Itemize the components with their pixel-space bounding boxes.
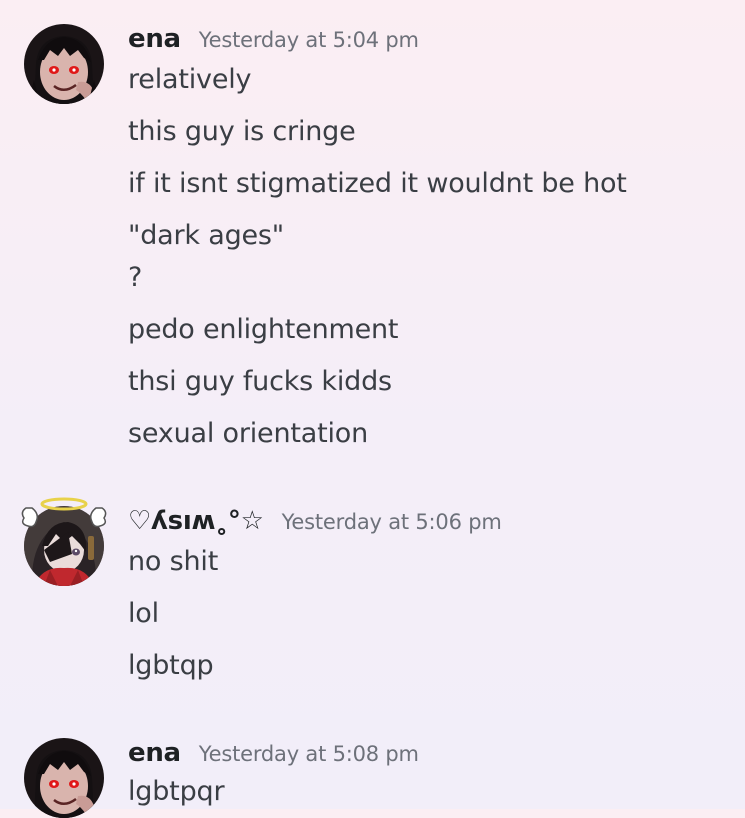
- avatar-ena-icon[interactable]: [24, 738, 104, 818]
- username[interactable]: ena: [128, 738, 181, 768]
- message-text: lgbtpqr: [128, 776, 225, 807]
- message-text: this guy is cringe: [128, 116, 356, 147]
- message-text: ?: [128, 262, 143, 293]
- message-text: if it isnt stigmatized it wouldnt be hot: [128, 168, 627, 199]
- avatar-ena-icon[interactable]: [24, 24, 104, 104]
- message-text: lgbtqp: [128, 650, 214, 681]
- timestamp: Yesterday at 5:04 pm: [198, 28, 419, 52]
- timestamp: Yesterday at 5:06 pm: [281, 510, 502, 534]
- chat-message-list: ena Yesterday at 5:04 pm relatively this…: [0, 0, 745, 818]
- message-text: lol: [128, 598, 159, 629]
- message-text: relatively: [128, 64, 252, 95]
- username[interactable]: ♡ʎsıʍ˳°☆: [128, 506, 264, 536]
- message-text: thsi guy fucks kidds: [128, 366, 392, 397]
- username[interactable]: ena: [128, 24, 181, 54]
- message-header: ♡ʎsıʍ˳°☆ Yesterday at 5:06 pm: [128, 506, 502, 540]
- message-header: ena Yesterday at 5:04 pm: [128, 24, 419, 58]
- message-text: no shit: [128, 546, 219, 577]
- message-text: sexual orientation: [128, 418, 369, 449]
- message-text: "dark ages": [128, 220, 285, 251]
- halo-wings-icon: [21, 497, 107, 528]
- timestamp: Yesterday at 5:08 pm: [198, 742, 419, 766]
- message-text: pedo enlightenment: [128, 314, 399, 345]
- message-header: ena Yesterday at 5:08 pm: [128, 738, 419, 772]
